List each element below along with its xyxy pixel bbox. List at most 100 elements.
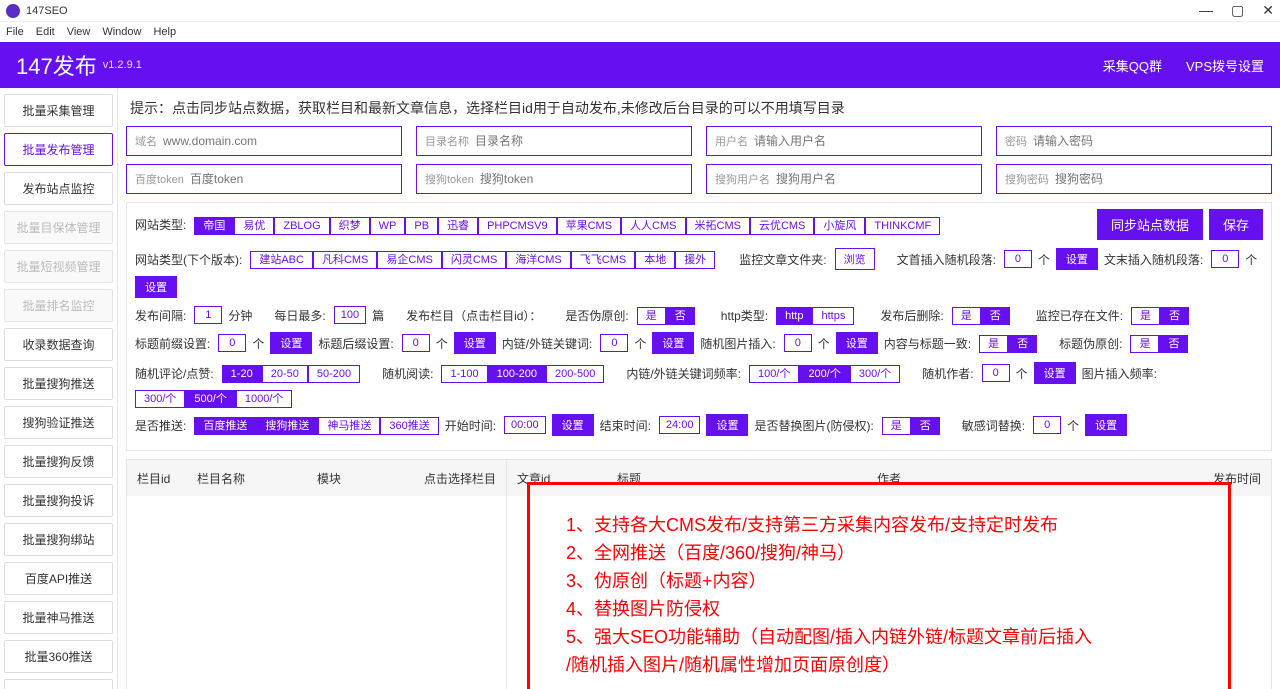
replaceimg-opt-0[interactable]: 是 bbox=[882, 417, 911, 435]
imgfreq-opt-0[interactable]: 300/个 bbox=[135, 390, 185, 408]
randimg-val[interactable]: 0 bbox=[784, 334, 812, 352]
menu-edit[interactable]: Edit bbox=[36, 26, 55, 38]
titlefake-opt-0[interactable]: 是 bbox=[1130, 335, 1159, 353]
starttime-set[interactable]: 设置 bbox=[552, 414, 594, 436]
save-button[interactable]: 保存 bbox=[1209, 209, 1263, 240]
endtime-set[interactable]: 设置 bbox=[706, 414, 748, 436]
menu-window[interactable]: Window bbox=[102, 26, 141, 38]
sitetype2-tag-6[interactable]: 本地 bbox=[635, 251, 675, 269]
header-link-qq[interactable]: 采集QQ群 bbox=[1103, 56, 1162, 75]
sitetype-tag-1[interactable]: 易优 bbox=[234, 217, 274, 235]
header-link-vps[interactable]: VPS拨号设置 bbox=[1186, 56, 1264, 75]
input-field-2-3[interactable] bbox=[1055, 172, 1263, 186]
minimize-icon[interactable]: — bbox=[1199, 2, 1213, 19]
httptype-opt-0[interactable]: http bbox=[776, 307, 812, 325]
replaceimg-opt-1[interactable]: 否 bbox=[911, 417, 940, 435]
push-opt-3[interactable]: 360推送 bbox=[380, 417, 438, 435]
linkkw-set[interactable]: 设置 bbox=[652, 332, 694, 354]
sitetype2-tag-7[interactable]: 援外 bbox=[675, 251, 715, 269]
sidebar-item-14[interactable]: 批量360推送 bbox=[4, 640, 113, 673]
tail-insert-val[interactable]: 0 bbox=[1211, 250, 1239, 268]
sidebar-item-11[interactable]: 批量搜狗绑站 bbox=[4, 523, 113, 556]
sidebar-item-0[interactable]: 批量采集管理 bbox=[4, 94, 113, 127]
sidebar-item-6[interactable]: 收录数据查询 bbox=[4, 328, 113, 361]
randauthor-set[interactable]: 设置 bbox=[1034, 362, 1076, 384]
randread-opt-2[interactable]: 200-500 bbox=[546, 365, 604, 383]
randcomment-opt-0[interactable]: 1-20 bbox=[222, 365, 262, 383]
sidebar-item-9[interactable]: 批量搜狗反馈 bbox=[4, 445, 113, 478]
delafter-opt-0[interactable]: 是 bbox=[952, 307, 981, 325]
endtime-val[interactable]: 24:00 bbox=[659, 416, 701, 434]
push-opt-2[interactable]: 神马推送 bbox=[318, 417, 380, 435]
interval-val[interactable]: 1 bbox=[194, 306, 222, 324]
randcomment-opt-2[interactable]: 50-200 bbox=[308, 365, 360, 383]
linkfreq-opt-2[interactable]: 300/个 bbox=[850, 365, 900, 383]
contenttitle-opt-1[interactable]: 否 bbox=[1008, 335, 1037, 353]
dailymax-val[interactable]: 100 bbox=[334, 306, 366, 324]
sitetype-tag-0[interactable]: 帝国 bbox=[194, 217, 234, 235]
push-opt-0[interactable]: 百度推送 bbox=[194, 417, 256, 435]
push-opt-1[interactable]: 搜狗推送 bbox=[256, 417, 318, 435]
head-insert-set[interactable]: 设置 bbox=[1056, 248, 1098, 270]
sidebar-item-10[interactable]: 批量搜狗投诉 bbox=[4, 484, 113, 517]
sitetype-tag-6[interactable]: 迅睿 bbox=[438, 217, 478, 235]
menu-view[interactable]: View bbox=[67, 26, 91, 38]
sensreplace-val[interactable]: 0 bbox=[1033, 416, 1061, 434]
browse-button[interactable]: 浏览 bbox=[835, 248, 875, 270]
monitorexist-opt-0[interactable]: 是 bbox=[1131, 307, 1160, 325]
input-field-1-0[interactable] bbox=[163, 134, 393, 148]
sync-button[interactable]: 同步站点数据 bbox=[1097, 209, 1203, 240]
delafter-opt-1[interactable]: 否 bbox=[981, 307, 1010, 325]
input-field-1-1[interactable] bbox=[475, 134, 683, 148]
sensreplace-set[interactable]: 设置 bbox=[1085, 414, 1127, 436]
httptype-opt-1[interactable]: https bbox=[812, 307, 854, 325]
input-field-2-0[interactable] bbox=[190, 172, 393, 186]
title-prefix-set[interactable]: 设置 bbox=[270, 332, 312, 354]
linkkw-val[interactable]: 0 bbox=[600, 334, 628, 352]
maximize-icon[interactable]: ▢ bbox=[1231, 2, 1244, 19]
sitetype-tag-9[interactable]: 人人CMS bbox=[621, 217, 685, 235]
starttime-val[interactable]: 00:00 bbox=[504, 416, 546, 434]
input-field-2-2[interactable] bbox=[776, 172, 973, 186]
input-field-1-2[interactable] bbox=[754, 134, 973, 148]
sidebar-item-13[interactable]: 批量神马推送 bbox=[4, 601, 113, 634]
sitetype-tag-12[interactable]: 小旋风 bbox=[814, 217, 865, 235]
titlefake-opt-1[interactable]: 否 bbox=[1159, 335, 1188, 353]
input-field-2-1[interactable] bbox=[480, 172, 683, 186]
linkfreq-opt-1[interactable]: 200/个 bbox=[799, 365, 849, 383]
title-prefix-val[interactable]: 0 bbox=[218, 334, 246, 352]
sitetype2-tag-0[interactable]: 建站ABC bbox=[250, 251, 313, 269]
title-suffix-set[interactable]: 设置 bbox=[454, 332, 496, 354]
sidebar-item-15[interactable]: 链接生成工具 bbox=[4, 679, 113, 689]
input-field-1-3[interactable] bbox=[1033, 134, 1263, 148]
imgfreq-opt-1[interactable]: 500/个 bbox=[185, 390, 235, 408]
sitetype2-tag-4[interactable]: 海洋CMS bbox=[506, 251, 570, 269]
sidebar-item-7[interactable]: 批量搜狗推送 bbox=[4, 367, 113, 400]
sitetype-tag-10[interactable]: 米拓CMS bbox=[686, 217, 750, 235]
sitetype2-tag-1[interactable]: 凡科CMS bbox=[313, 251, 377, 269]
fakeorig-opt-1[interactable]: 否 bbox=[666, 307, 695, 325]
monitorexist-opt-1[interactable]: 否 bbox=[1160, 307, 1189, 325]
sitetype-tag-13[interactable]: THINKCMF bbox=[865, 217, 940, 235]
randread-opt-1[interactable]: 100-200 bbox=[488, 365, 546, 383]
randread-opt-0[interactable]: 1-100 bbox=[441, 365, 487, 383]
sitetype2-tag-5[interactable]: 飞飞CMS bbox=[571, 251, 635, 269]
sitetype-tag-8[interactable]: 苹果CMS bbox=[557, 217, 621, 235]
sitetype-tag-4[interactable]: WP bbox=[370, 217, 406, 235]
sitetype-tag-11[interactable]: 云优CMS bbox=[750, 217, 814, 235]
sitetype2-tag-3[interactable]: 闪灵CMS bbox=[442, 251, 506, 269]
sitetype-tag-2[interactable]: ZBLOG bbox=[274, 217, 329, 235]
title-suffix-val[interactable]: 0 bbox=[402, 334, 430, 352]
linkfreq-opt-0[interactable]: 100/个 bbox=[749, 365, 799, 383]
menu-help[interactable]: Help bbox=[153, 26, 176, 38]
randimg-set[interactable]: 设置 bbox=[836, 332, 878, 354]
tail-insert-set[interactable]: 设置 bbox=[135, 276, 177, 298]
randauthor-val[interactable]: 0 bbox=[982, 364, 1010, 382]
sidebar-item-12[interactable]: 百度API推送 bbox=[4, 562, 113, 595]
sitetype-tag-3[interactable]: 织梦 bbox=[330, 217, 370, 235]
sitetype-tag-5[interactable]: PB bbox=[405, 217, 438, 235]
imgfreq-opt-2[interactable]: 1000/个 bbox=[236, 390, 293, 408]
fakeorig-opt-0[interactable]: 是 bbox=[637, 307, 666, 325]
sidebar-item-1[interactable]: 批量发布管理 bbox=[4, 133, 113, 166]
menu-file[interactable]: File bbox=[6, 26, 24, 38]
